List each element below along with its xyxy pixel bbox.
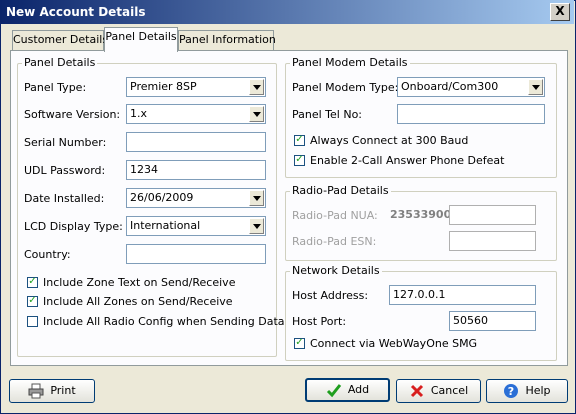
tab-label: Customer Details	[13, 33, 109, 46]
close-icon: X	[555, 4, 565, 18]
two-call-checkbox[interactable]: ✓	[294, 155, 305, 166]
window-title: New Account Details	[6, 5, 146, 19]
chevron-down-icon[interactable]	[528, 79, 543, 95]
host-port-label: Host Port:	[292, 315, 347, 328]
date-installed-label: Date Installed:	[24, 192, 105, 205]
tab-panel-information[interactable]: Panel Information	[178, 30, 276, 51]
all-zones-label[interactable]: Include All Zones on Send/Receive	[43, 295, 233, 308]
software-version-select[interactable]: 1.x	[126, 104, 266, 124]
zone-text-label[interactable]: Include Zone Text on Send/Receive	[43, 276, 235, 289]
two-call-label[interactable]: Enable 2-Call Answer Phone Defeat	[310, 154, 504, 167]
cancel-button[interactable]: Cancel	[396, 379, 481, 403]
country-label: Country:	[24, 248, 71, 261]
radio-pad-nua-label: Radio-Pad NUA:	[292, 209, 378, 222]
panel-type-value: Premier 8SP	[130, 80, 197, 93]
software-version-value: 1.x	[130, 107, 148, 120]
always-300-baud-checkbox[interactable]: ✓	[294, 135, 305, 146]
serial-number-label: Serial Number:	[24, 136, 107, 149]
tab-label: Panel Details	[105, 30, 177, 43]
chevron-down-icon[interactable]	[249, 218, 264, 234]
print-label: Print	[50, 384, 76, 397]
udl-password-input[interactable]: 1234	[126, 160, 266, 180]
panel-details-title: Panel Details	[22, 56, 98, 69]
radio-config-label[interactable]: Include All Radio Config when Sending Da…	[43, 315, 285, 328]
serial-number-input[interactable]	[126, 132, 266, 152]
always-300-baud-label[interactable]: Always Connect at 300 Baud	[310, 134, 468, 147]
radio-pad-esn-input[interactable]	[449, 231, 536, 251]
tab-label: Panel Information	[179, 33, 276, 46]
lcd-display-type-value: International	[130, 219, 201, 232]
zone-text-checkbox[interactable]: ✓	[27, 277, 38, 288]
software-version-label: Software Version:	[24, 108, 121, 121]
help-label: Help	[525, 384, 551, 397]
svg-text:?: ?	[508, 385, 514, 398]
network-title: Network Details	[290, 264, 382, 277]
host-port-input[interactable]: 50560	[449, 311, 536, 331]
add-label: Add	[347, 383, 370, 396]
close-button[interactable]: X	[550, 3, 570, 21]
tab-panel-details[interactable]: Panel Details	[104, 27, 178, 52]
help-button[interactable]: ? Help	[486, 379, 568, 403]
chevron-down-icon[interactable]	[249, 106, 264, 122]
modem-type-select[interactable]: Onboard/Com300	[397, 77, 545, 97]
webwayone-label[interactable]: Connect via WebWayOne SMG	[310, 337, 477, 350]
help-icon: ?	[504, 384, 519, 398]
host-address-label: Host Address:	[292, 289, 369, 302]
date-installed-picker[interactable]: 26/06/2009	[126, 188, 266, 208]
all-zones-checkbox[interactable]: ✓	[27, 296, 38, 307]
add-button[interactable]: Add	[305, 378, 390, 402]
date-installed-value: 26/06/2009	[130, 191, 194, 204]
modem-type-value: Onboard/Com300	[401, 80, 499, 93]
lcd-display-type-label: LCD Display Type:	[24, 220, 123, 233]
modem-type-label: Panel Modem Type:	[292, 81, 399, 94]
radio-config-checkbox[interactable]	[27, 316, 38, 327]
check-icon	[326, 384, 342, 398]
country-input[interactable]	[126, 244, 266, 264]
webwayone-checkbox[interactable]: ✓	[294, 338, 305, 349]
radio-pad-nua-prefix: 23533900	[390, 208, 452, 221]
printer-icon	[28, 383, 44, 399]
cancel-label: Cancel	[430, 384, 469, 397]
chevron-down-icon[interactable]	[249, 190, 264, 206]
panel-type-select[interactable]: Premier 8SP	[126, 77, 266, 97]
lcd-display-type-select[interactable]: International	[126, 216, 266, 236]
udl-password-label: UDL Password:	[24, 164, 106, 177]
panel-tel-label: Panel Tel No:	[292, 108, 363, 121]
cancel-x-icon	[410, 384, 423, 398]
radio-pad-esn-label: Radio-Pad ESN:	[292, 235, 377, 248]
panel-tel-input[interactable]	[397, 104, 545, 124]
panel-type-label: Panel Type:	[24, 81, 87, 94]
panel-modem-title: Panel Modem Details	[290, 56, 410, 69]
chevron-down-icon[interactable]	[249, 79, 264, 95]
tab-customer-details[interactable]: Customer Details	[12, 30, 108, 51]
radio-pad-title: Radio-Pad Details	[290, 184, 391, 197]
host-address-input[interactable]: 127.0.0.1	[389, 285, 536, 305]
radio-pad-nua-input[interactable]	[449, 205, 536, 225]
print-button[interactable]: Print	[9, 379, 95, 403]
